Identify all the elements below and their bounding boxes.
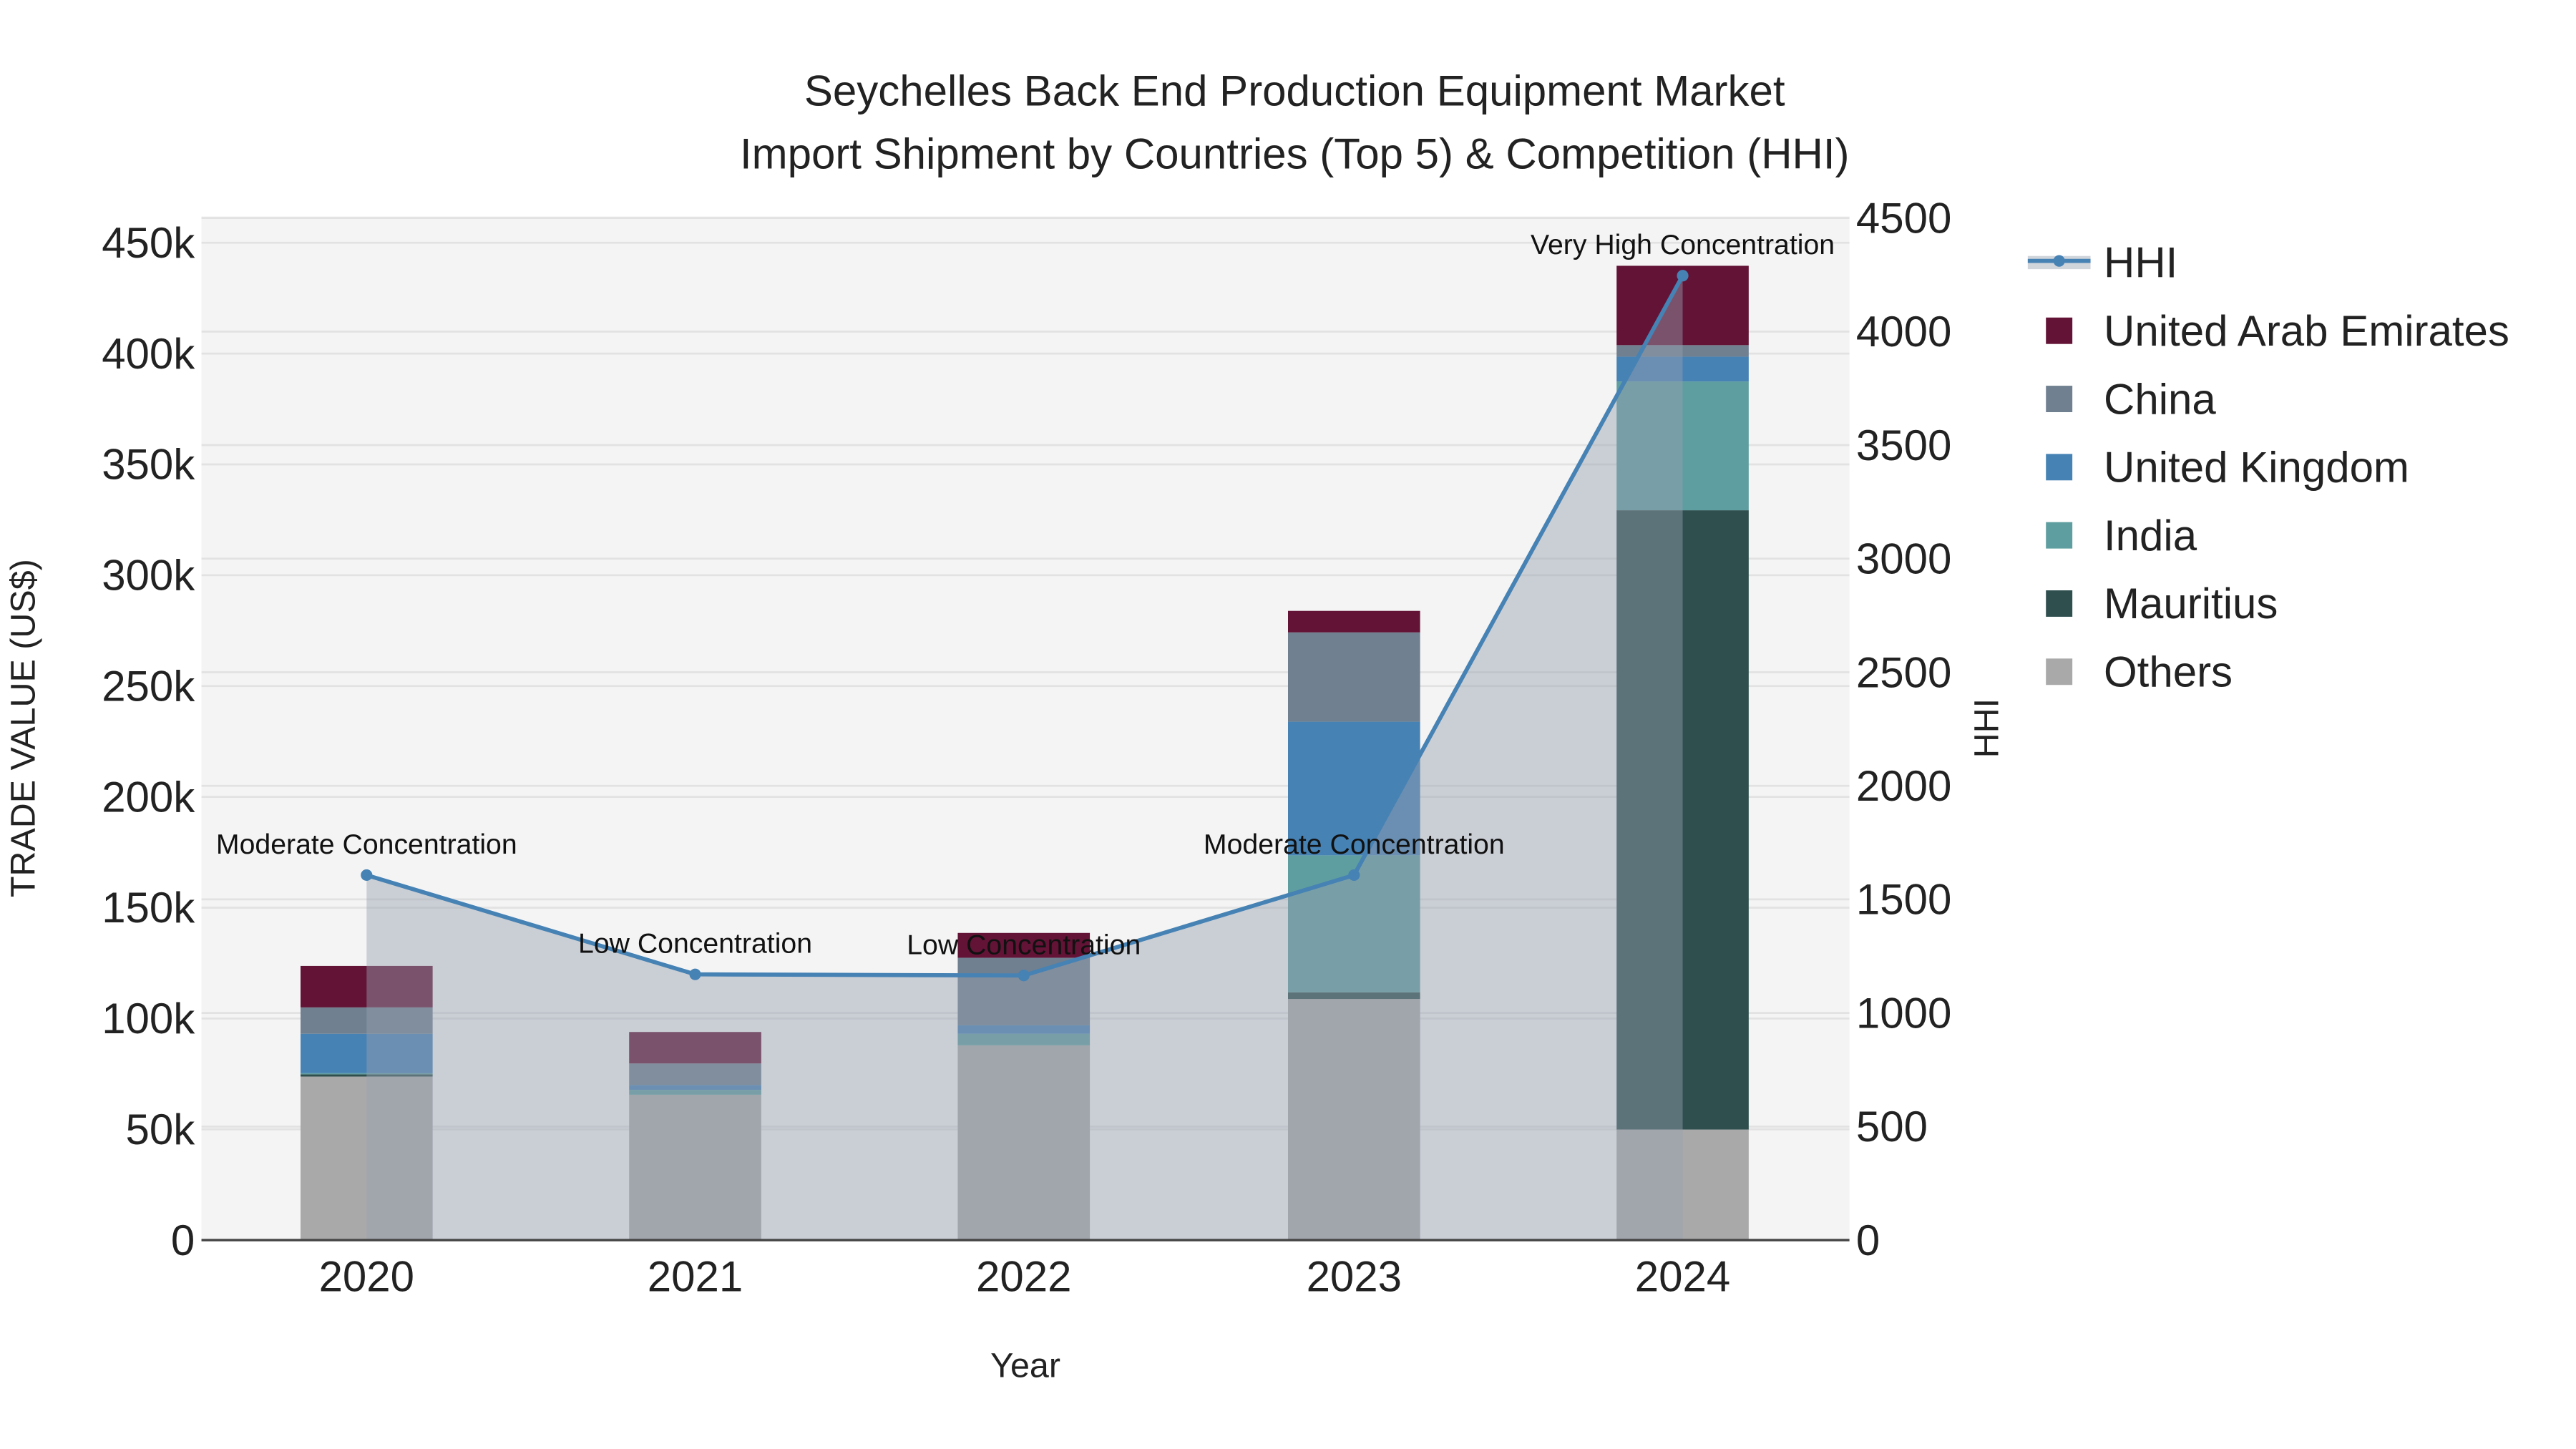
- y-tick-label: 250k: [102, 662, 195, 710]
- legend-swatch: [2046, 522, 2073, 549]
- legend-label: HHI: [2104, 239, 2177, 287]
- legend-swatch: [2046, 590, 2073, 617]
- y-tick-label: 350k: [102, 441, 195, 489]
- x-axis-ticks: 2020 2021 2022 2023 2024: [319, 1253, 1731, 1301]
- bar-china: [1616, 345, 1749, 357]
- hhi-annotation: Moderate Concentration: [216, 829, 517, 860]
- y2-tick-label: 3000: [1856, 535, 1951, 583]
- y2-tick-label: 4000: [1856, 308, 1951, 356]
- legend-swatch: [2046, 386, 2073, 412]
- y2-tick-label: 0: [1856, 1216, 1880, 1264]
- x-axis-title: Year: [990, 1347, 1060, 1385]
- y2-axis-title: HHI: [1967, 698, 2006, 758]
- x-tick-label: 2020: [319, 1253, 414, 1301]
- y-axis-title: TRADE VALUE (US$): [4, 559, 42, 897]
- chart-title: Seychelles Back End Production Equipment…: [804, 67, 1785, 115]
- chart-subtitle: Import Shipment by Countries (Top 5) & C…: [740, 130, 1850, 177]
- legend-label: Mauritius: [2104, 580, 2278, 628]
- legend-swatch: [2046, 454, 2073, 481]
- hhi-annotation: Low Concentration: [907, 929, 1141, 960]
- y-tick-label: 200k: [102, 773, 195, 821]
- bar-united-arab-emirates: [1288, 610, 1420, 633]
- x-tick-label: 2021: [648, 1253, 743, 1301]
- y-tick-label: 300k: [102, 552, 195, 600]
- y-tick-label: 50k: [126, 1106, 196, 1153]
- x-tick-label: 2022: [976, 1253, 1071, 1301]
- legend-label: United Kingdom: [2104, 444, 2409, 492]
- hhi-annotation: Very High Concentration: [1531, 229, 1835, 260]
- y-tick-label: 150k: [102, 884, 195, 932]
- y2-tick-label: 4500: [1856, 194, 1951, 242]
- legend-marker: [2053, 255, 2065, 267]
- hhi-annotation: Low Concentration: [578, 928, 812, 960]
- y-tick-label: 100k: [102, 995, 195, 1043]
- hhi-point: [361, 869, 373, 882]
- y2-tick-label: 1000: [1856, 989, 1951, 1037]
- x-tick-label: 2023: [1307, 1253, 1402, 1301]
- y2-tick-label: 1500: [1856, 876, 1951, 924]
- legend: HHI United Arab Emirates China United Kingd…: [2027, 239, 2509, 696]
- legend-label: Others: [2104, 648, 2233, 696]
- y2-tick-label: 2000: [1856, 762, 1951, 810]
- y2-tick-label: 500: [1856, 1103, 1928, 1151]
- y-tick-label: 450k: [102, 219, 195, 267]
- legend-label: China: [2104, 375, 2216, 423]
- x-tick-label: 2024: [1635, 1253, 1730, 1301]
- y-tick-label: 400k: [102, 330, 195, 378]
- legend-swatch: [2046, 658, 2073, 686]
- y-tick-label: 0: [171, 1216, 195, 1264]
- hhi-point: [1018, 970, 1030, 982]
- bar-china: [1288, 632, 1420, 722]
- hhi-point: [1348, 869, 1360, 882]
- y-axis-ticks: 0 50k 100k 150k 200k 250k 300k 350k 400k 450k: [102, 219, 195, 1264]
- y2-tick-label: 3500: [1856, 421, 1951, 469]
- legend-label: India: [2104, 512, 2197, 560]
- legend-label: United Arab Emirates: [2104, 307, 2509, 355]
- hhi-point: [689, 968, 701, 980]
- y2-axis-ticks: 0 500 1000 1500 2000 2500 3000 3500 4000 4500: [1856, 194, 1951, 1264]
- hhi-point: [1677, 270, 1689, 282]
- hhi-annotation: Moderate Concentration: [1204, 829, 1505, 860]
- legend-swatch: [2046, 317, 2073, 344]
- chart: 0 50k 100k 150k 200k 250k 300k 350k 400k 450k 0 50…: [4, 67, 2509, 1385]
- y2-tick-label: 2500: [1856, 648, 1951, 696]
